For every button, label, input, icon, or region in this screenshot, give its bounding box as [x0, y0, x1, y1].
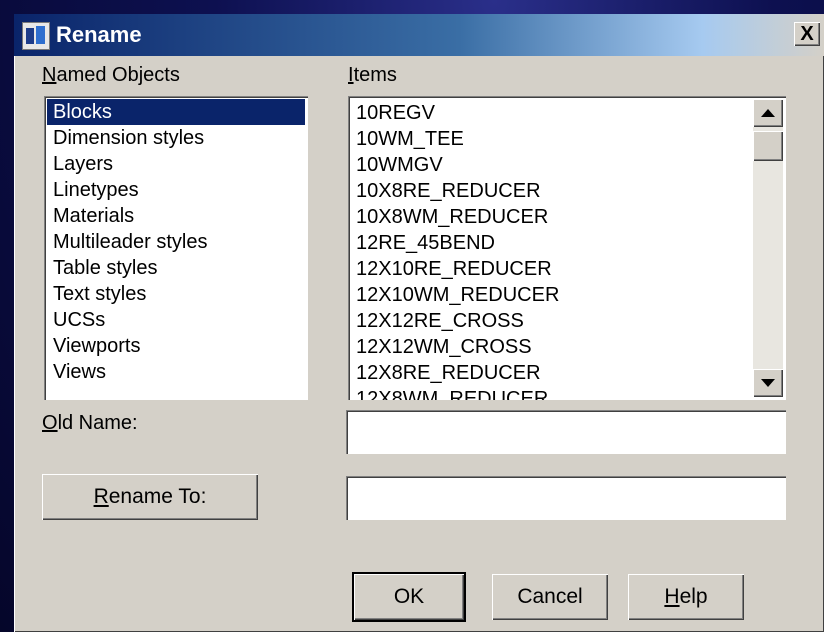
named-object-item[interactable]: Viewports	[47, 333, 305, 359]
scroll-down-button[interactable]	[753, 369, 783, 397]
arrow-down-icon	[761, 379, 775, 387]
named-object-item[interactable]: Layers	[47, 151, 305, 177]
item-row[interactable]: 10REGV	[356, 100, 746, 126]
item-row[interactable]: 10X8RE_REDUCER	[356, 178, 746, 204]
named-object-item[interactable]: Linetypes	[47, 177, 305, 203]
item-row[interactable]: 12X8WM_REDUCER	[356, 386, 746, 400]
item-row[interactable]: 12X12WM_CROSS	[356, 334, 746, 360]
item-row[interactable]: 12RE_45BEND	[356, 230, 746, 256]
named-object-item[interactable]: Views	[47, 359, 305, 385]
title-bar[interactable]: Rename X	[14, 14, 824, 56]
named-object-item[interactable]: UCSs	[47, 307, 305, 333]
window-title: Rename	[56, 22, 142, 47]
named-object-item[interactable]: Materials	[47, 203, 305, 229]
scroll-up-button[interactable]	[753, 99, 783, 127]
item-row[interactable]: 10WM_TEE	[356, 126, 746, 152]
item-row[interactable]: 12X8RE_REDUCER	[356, 360, 746, 386]
old-name-field[interactable]	[346, 410, 786, 454]
rename-to-button[interactable]: Rename To:	[42, 474, 258, 520]
arrow-up-icon	[761, 109, 775, 117]
close-button[interactable]: X	[794, 22, 820, 46]
ok-button[interactable]: OK	[354, 574, 464, 620]
item-row[interactable]: 12X10RE_REDUCER	[356, 256, 746, 282]
item-row[interactable]: 10WMGV	[356, 152, 746, 178]
named-object-item[interactable]: Table styles	[47, 255, 305, 281]
rename-to-field[interactable]	[346, 476, 786, 520]
item-row[interactable]: 10X8WM_REDUCER	[356, 204, 746, 230]
named-object-item[interactable]: Dimension styles	[47, 125, 305, 151]
named-objects-list[interactable]: Blocks Dimension styles Layers Linetypes Mat…	[44, 96, 308, 400]
help-button[interactable]: Help	[628, 574, 744, 620]
named-object-item[interactable]: Blocks	[47, 99, 305, 125]
named-object-item[interactable]: Multileader styles	[47, 229, 305, 255]
items-scrollbar[interactable]	[753, 99, 783, 397]
rename-dialog: Rename X Named Objects Items Blocks Dimen…	[14, 14, 824, 632]
cancel-button[interactable]: Cancel	[492, 574, 608, 620]
items-list[interactable]: 10REGV 10WM_TEE 10WMGV 10X8RE_REDUCER 10X8WM…	[348, 96, 786, 400]
old-name-label: Old Name:	[42, 412, 138, 434]
named-object-item[interactable]: Text styles	[47, 281, 305, 307]
named-objects-label: Named Objects	[42, 64, 180, 86]
app-icon	[22, 22, 50, 50]
items-label: Items	[348, 64, 397, 86]
scroll-thumb[interactable]	[753, 131, 783, 161]
item-row[interactable]: 12X12RE_CROSS	[356, 308, 746, 334]
item-row[interactable]: 12X10WM_REDUCER	[356, 282, 746, 308]
